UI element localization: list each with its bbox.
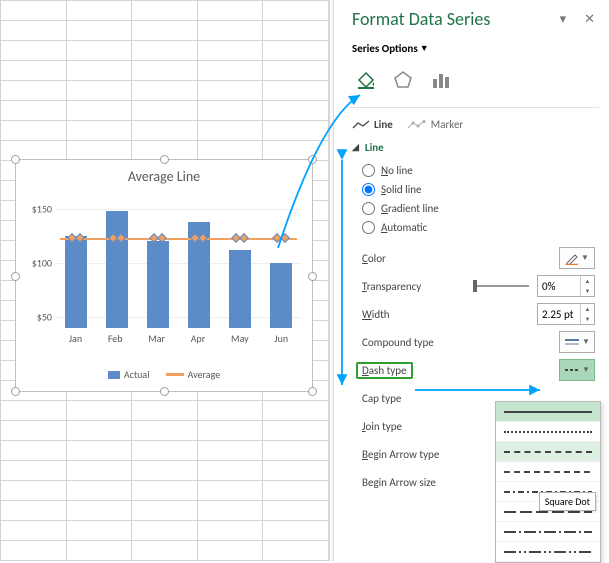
y-tick-label: $100 xyxy=(32,257,52,270)
spin-up-button[interactable]: ▲ xyxy=(581,276,594,286)
transparency-input[interactable]: ▲▼ xyxy=(537,275,595,297)
bar[interactable] xyxy=(270,263,292,328)
fill-line-tab[interactable] xyxy=(352,67,378,93)
y-tick-label: $150 xyxy=(32,202,52,215)
resize-handle[interactable] xyxy=(160,155,169,164)
legend-item-average[interactable]: Average xyxy=(166,368,221,381)
marker-icon xyxy=(407,120,427,130)
compound-type-button[interactable]: ▼ xyxy=(559,331,595,353)
dash-option-long-dash-dot[interactable] xyxy=(496,522,600,542)
spin-up-button[interactable]: ▲ xyxy=(581,304,594,314)
x-tick-label: Feb xyxy=(108,332,123,345)
width-label: Width xyxy=(362,308,537,321)
format-pane: Format Data Series ▾ ✕ Series Options ▼ … xyxy=(334,0,609,561)
column-chart-icon xyxy=(430,69,452,91)
bar[interactable] xyxy=(106,211,128,328)
width-input[interactable]: ▲▼ xyxy=(537,303,595,325)
x-tick-label: Jan xyxy=(69,332,82,345)
resize-handle[interactable] xyxy=(308,387,317,396)
effects-tab[interactable] xyxy=(390,67,416,93)
color-label: Color xyxy=(362,252,559,265)
x-tick-label: May xyxy=(231,332,249,345)
dash-option-square-dot[interactable] xyxy=(496,442,600,462)
spin-down-button[interactable]: ▼ xyxy=(581,314,594,324)
line-subtab[interactable]: Line xyxy=(352,118,393,131)
resize-handle[interactable] xyxy=(11,387,20,396)
marker-subtab[interactable]: Marker xyxy=(407,118,463,131)
resize-handle[interactable] xyxy=(11,155,20,164)
transparency-slider[interactable] xyxy=(473,285,529,287)
no-line-radio[interactable]: No line xyxy=(362,164,595,177)
resize-handle[interactable] xyxy=(308,272,317,281)
y-tick-label: $50 xyxy=(37,311,52,324)
dash-option-dash[interactable] xyxy=(496,462,600,482)
average-line[interactable] xyxy=(60,238,297,240)
resize-handle[interactable] xyxy=(308,155,317,164)
dash-line-icon xyxy=(564,367,580,373)
resize-handle[interactable] xyxy=(11,272,20,281)
compound-line-icon xyxy=(564,337,580,347)
color-picker-button[interactable]: ▼ xyxy=(559,247,595,269)
dash-option-round-dot[interactable] xyxy=(496,422,600,442)
gradient-line-radio[interactable]: Gradient line xyxy=(362,202,595,215)
pane-options-button[interactable]: ▾ xyxy=(560,12,567,27)
solid-line-radio[interactable]: Solid line xyxy=(362,183,595,196)
dash-type-dropdown: Square Dot xyxy=(495,401,601,563)
dash-type-label: Dash type xyxy=(362,364,559,377)
transparency-label: Transparency xyxy=(362,280,473,293)
paint-bucket-icon xyxy=(354,69,376,91)
bar[interactable] xyxy=(229,250,251,328)
pentagon-icon xyxy=(392,69,414,91)
x-tick-label: Jun xyxy=(274,332,288,345)
dash-option-long-dash-dot-dot[interactable] xyxy=(496,542,600,562)
x-tick-label: Mar xyxy=(148,332,165,345)
compound-type-label: Compound type xyxy=(362,336,559,349)
spin-down-button[interactable]: ▼ xyxy=(581,286,594,296)
x-axis-labels: Jan Feb Mar Apr May Jun xyxy=(56,332,301,345)
resize-handle[interactable] xyxy=(160,387,169,396)
bar[interactable] xyxy=(65,236,87,328)
legend-item-actual[interactable]: Actual xyxy=(108,368,150,381)
pencil-icon xyxy=(565,251,579,265)
collapse-icon: ◢ xyxy=(352,142,359,153)
embedded-chart[interactable]: Average Line $50$100$150 JanFebMarAprMay… xyxy=(15,159,313,392)
line-section-toggle[interactable]: ◢ Line xyxy=(352,141,595,154)
chart-legend[interactable]: Actual Average xyxy=(16,368,312,381)
plot-area[interactable]: $50$100$150 xyxy=(56,198,301,328)
pane-title: Format Data Series xyxy=(352,8,490,30)
dash-option-solid[interactable] xyxy=(496,402,600,422)
dash-type-button[interactable]: ▼ xyxy=(559,359,595,381)
dash-tooltip: Square Dot xyxy=(539,492,596,511)
close-pane-button[interactable]: ✕ xyxy=(584,12,595,27)
automatic-radio[interactable]: Automatic xyxy=(362,221,595,234)
series-options-tab[interactable] xyxy=(428,67,454,93)
bar[interactable] xyxy=(147,241,169,328)
chevron-down-icon: ▼ xyxy=(420,43,429,54)
line-icon xyxy=(352,120,370,130)
series-options-selector[interactable]: Series Options ▼ xyxy=(352,42,595,55)
x-tick-label: Apr xyxy=(191,332,206,345)
